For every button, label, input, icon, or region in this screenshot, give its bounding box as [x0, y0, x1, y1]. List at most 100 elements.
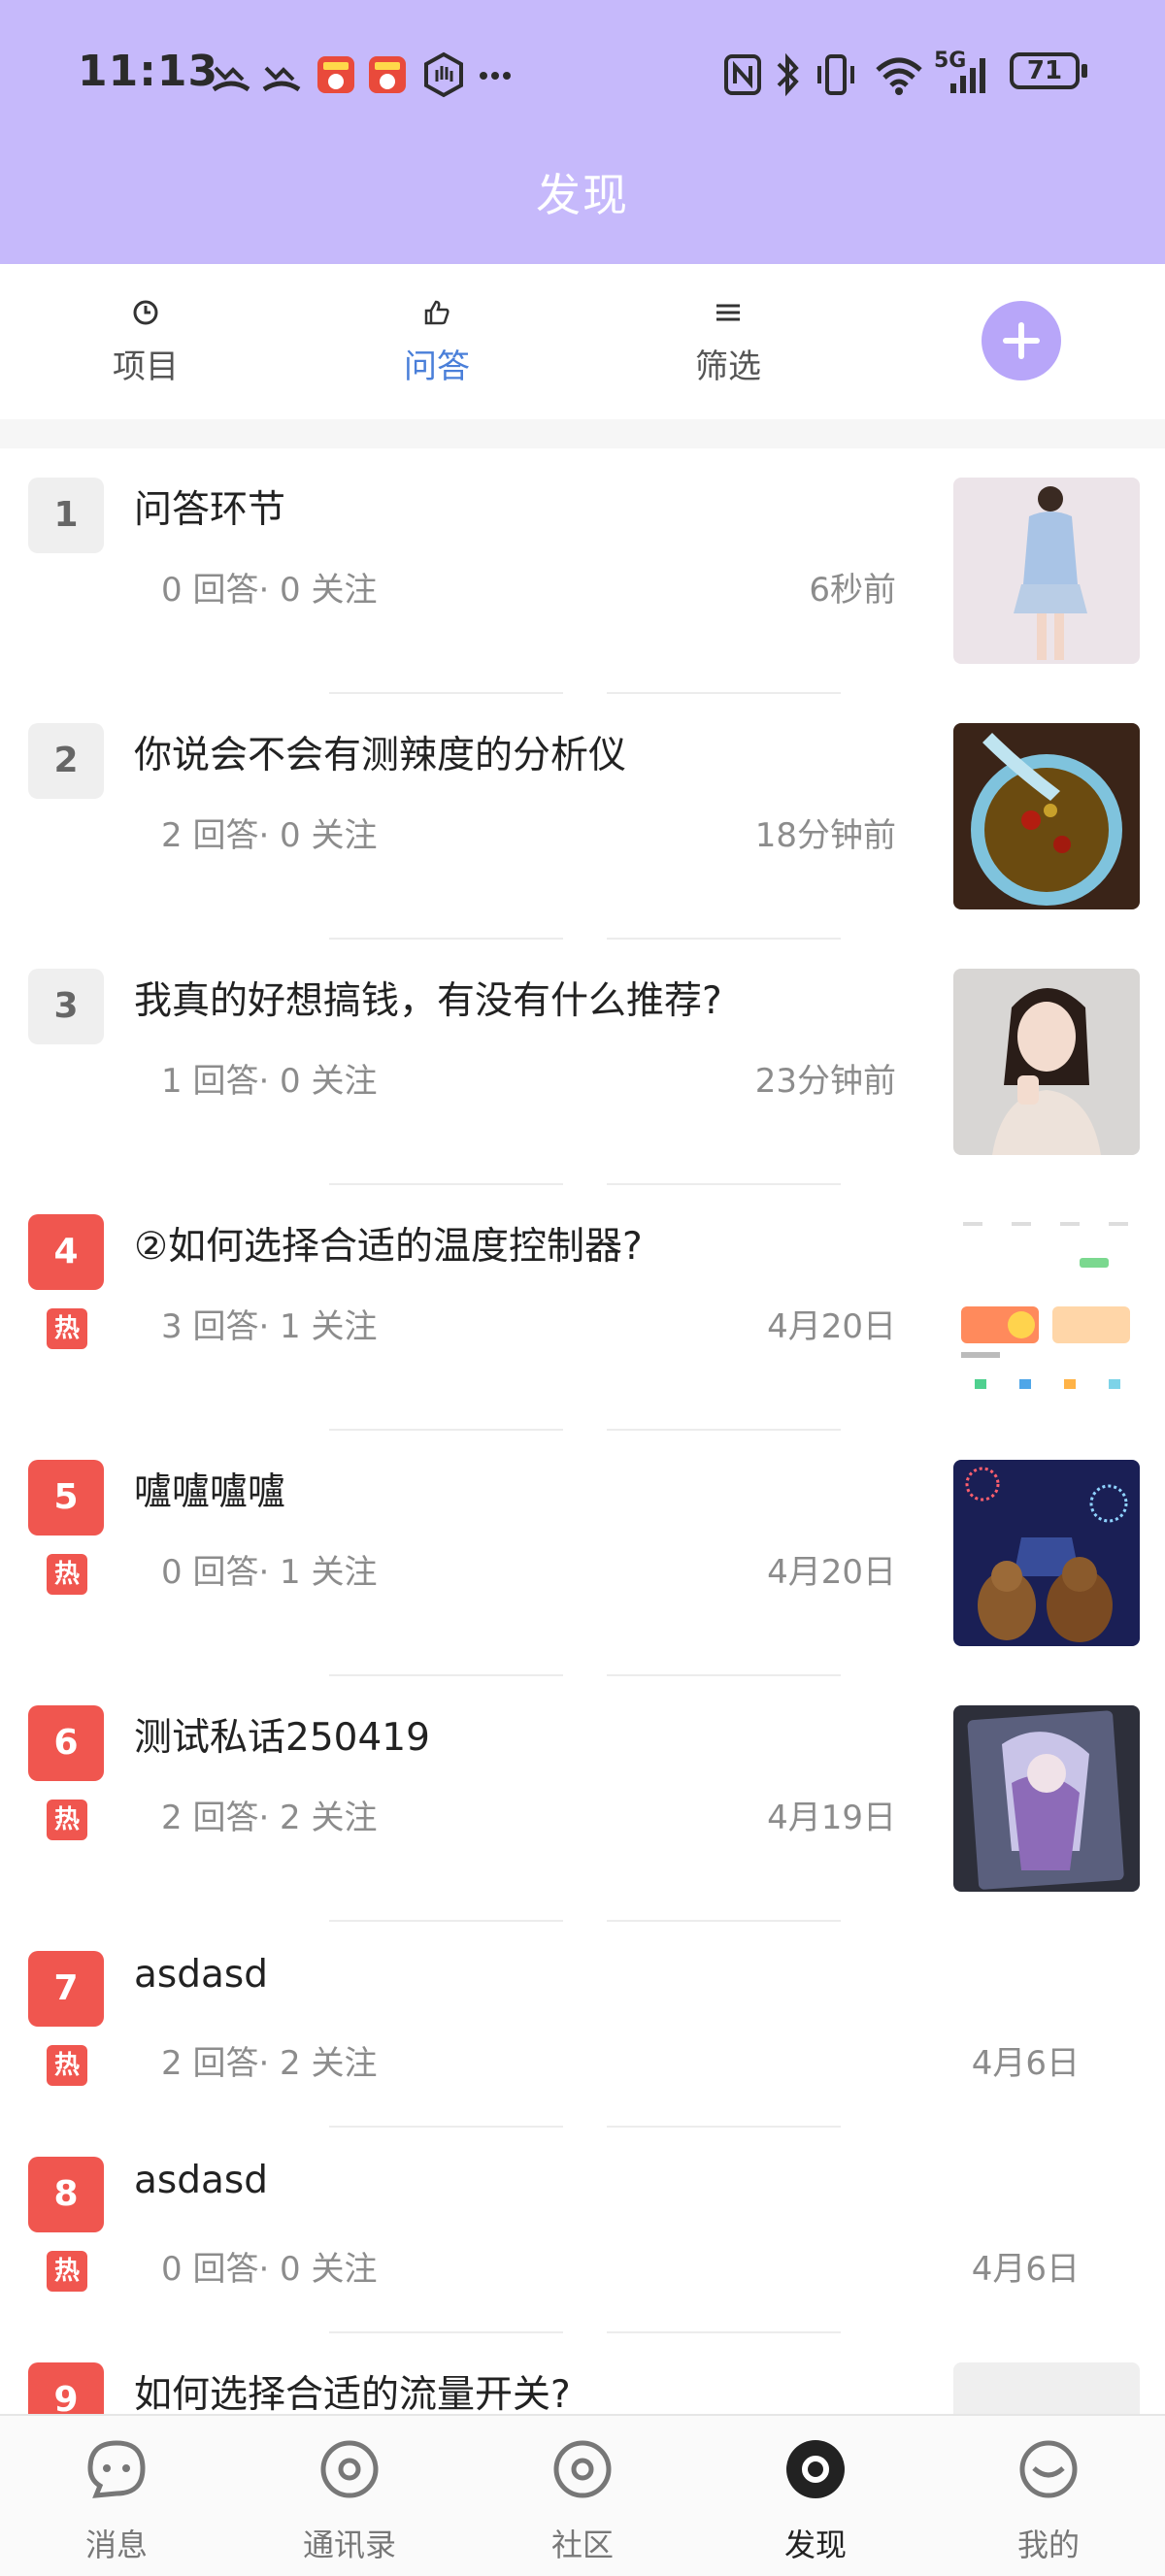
- rank-badge: 6: [28, 1705, 104, 1781]
- missed-call-icon: [262, 66, 301, 92]
- divider-band: [0, 419, 1165, 448]
- list-item[interactable]: 7 热 asdasd 2 回答· 2 关注 4月6日: [0, 1922, 1165, 2128]
- battery-icon: 71: [1010, 52, 1087, 89]
- status-time: 11:13: [78, 47, 219, 96]
- status-bar: 11:13 5G 71: [0, 39, 1165, 111]
- app-header: 11:13 5G 71 发现: [0, 0, 1165, 264]
- hot-badge: 热: [47, 1800, 87, 1840]
- rank-badge: 5: [28, 1460, 104, 1536]
- question-time: 4月20日: [767, 1553, 896, 1592]
- nav-discover-label: 发现: [783, 2526, 847, 2563]
- missed-call-icon: [212, 66, 250, 92]
- question-thumbnail[interactable]: [953, 2362, 1140, 2414]
- add-question-button[interactable]: [982, 301, 1061, 380]
- tab-projects[interactable]: 项目: [19, 264, 272, 419]
- tab-qa-label: 问答: [404, 347, 470, 386]
- hotpot-photo: [971, 733, 1122, 906]
- rank-badge: 1: [28, 478, 104, 553]
- question-title[interactable]: 测试私话250419: [134, 1707, 430, 1762]
- question-time: 4月6日: [971, 2044, 1080, 2083]
- tab-filter[interactable]: 筛选: [602, 264, 854, 419]
- question-thumbnail[interactable]: [953, 969, 1140, 1155]
- question-title[interactable]: 我真的好想搞钱，有没有什么推荐?: [134, 971, 722, 1025]
- question-time: 23分钟前: [754, 1062, 896, 1101]
- question-title[interactable]: ②如何选择合适的温度控制器?: [134, 1216, 643, 1271]
- tab-filter-label: 筛选: [695, 347, 761, 386]
- question-title[interactable]: asdasd: [134, 1953, 268, 1997]
- rank-badge: 4: [28, 1214, 104, 1290]
- thumb-up-icon: [424, 300, 449, 325]
- hot-badge: 热: [47, 1554, 87, 1595]
- question-time: 4月20日: [767, 1307, 896, 1346]
- question-time: 6秒前: [809, 571, 896, 610]
- tab-projects-label: 项目: [113, 347, 179, 386]
- signal-icon: [950, 58, 985, 93]
- hot-badge: 热: [47, 1308, 87, 1349]
- nav-contacts[interactable]: 通讯录: [233, 2416, 466, 2576]
- question-thumbnail[interactable]: [953, 1705, 1140, 1892]
- list-item[interactable]: 3 我真的好想搞钱，有没有什么推荐? 1 回答· 0 关注 23分钟前: [0, 940, 1165, 1185]
- question-title[interactable]: 如何选择合适的流量开关?: [134, 2364, 571, 2414]
- question-title[interactable]: 问答环节: [134, 479, 285, 534]
- rank-badge: 9: [28, 2362, 104, 2414]
- question-list: 1 问答环节 0 回答· 0 关注 6秒前 2 你说会不会有测辣度的分析仪 2 …: [0, 448, 1165, 2414]
- tab-qa[interactable]: 问答: [311, 264, 563, 419]
- question-title[interactable]: 嚧嚧嚧嚧: [134, 1462, 285, 1516]
- menu-lines-icon: [716, 304, 740, 321]
- question-thumbnail[interactable]: [953, 478, 1140, 664]
- hand-icon: [424, 51, 463, 98]
- question-time: 4月6日: [971, 2250, 1080, 2289]
- rank-badge: 2: [28, 723, 104, 799]
- list-item[interactable]: 2 你说会不会有测辣度的分析仪 2 回答· 0 关注 18分钟前: [0, 694, 1165, 940]
- community-ring-icon: [553, 2440, 612, 2498]
- cartoon-bears-fireworks: [965, 1467, 1128, 1642]
- nav-messages-label: 消息: [84, 2526, 148, 2563]
- question-thumbnail[interactable]: [953, 1214, 1140, 1401]
- woman-outfit-photo: [1014, 486, 1087, 660]
- nav-discover[interactable]: 发现: [699, 2416, 932, 2576]
- list-item[interactable]: 1 问答环节 0 回答· 0 关注 6秒前: [0, 448, 1165, 694]
- nav-community[interactable]: 社区: [466, 2416, 699, 2576]
- list-item[interactable]: 6 热 测试私话250419 2 回答· 2 关注 4月19日: [0, 1676, 1165, 1922]
- question-thumbnail[interactable]: [953, 723, 1140, 909]
- nav-messages[interactable]: 消息: [0, 2416, 233, 2576]
- question-title[interactable]: 你说会不会有测辣度的分析仪: [134, 725, 626, 779]
- question-stats: 2 回答· 0 关注: [161, 816, 378, 855]
- bottom-nav: 消息 通讯录 社区 发现 我的: [0, 2414, 1165, 2576]
- chat-bubble-icon: [87, 2440, 146, 2498]
- list-item[interactable]: 4 热 ②如何选择合适的温度控制器? 3 回答· 1 关注 4月20日: [0, 1185, 1165, 1431]
- more-dots-icon: [480, 72, 511, 80]
- bluetooth-icon: [777, 52, 799, 97]
- portrait-photo: [992, 988, 1101, 1155]
- discover-icon: [786, 2440, 845, 2498]
- question-stats: 0 回答· 0 关注: [161, 571, 378, 610]
- question-title[interactable]: asdasd: [134, 2159, 268, 2202]
- question-stats: 2 回答· 2 关注: [161, 1799, 378, 1837]
- list-item[interactable]: 8 热 asdasd 0 回答· 0 关注 4月6日: [0, 2128, 1165, 2333]
- rank-badge: 3: [28, 969, 104, 1044]
- nfc-icon: [724, 54, 761, 95]
- tab-bar: 项目 问答 筛选: [0, 264, 1165, 419]
- question-stats: 3 回答· 1 关注: [161, 1307, 378, 1346]
- list-item[interactable]: 5 热 嚧嚧嚧嚧 0 回答· 1 关注 4月20日: [0, 1431, 1165, 1676]
- list-item[interactable]: 9 如何选择合适的流量开关?: [0, 2333, 1165, 2414]
- vibrate-icon: [817, 54, 854, 95]
- question-stats: 0 回答· 0 关注: [161, 2250, 378, 2289]
- question-stats: 1 回答· 0 关注: [161, 1062, 378, 1101]
- hot-badge: 热: [47, 2251, 87, 2292]
- question-stats: 2 回答· 2 关注: [161, 2044, 378, 2083]
- hot-badge: 热: [47, 2045, 87, 2086]
- question-time: 4月19日: [767, 1799, 896, 1837]
- nav-profile[interactable]: 我的: [932, 2416, 1165, 2576]
- profile-face-icon: [1019, 2440, 1078, 2498]
- nav-profile-label: 我的: [1016, 2526, 1080, 2563]
- clock-icon: [133, 300, 158, 325]
- rank-badge: 8: [28, 2157, 104, 2232]
- anime-card: [967, 1710, 1124, 1890]
- nav-community-label: 社区: [550, 2526, 614, 2563]
- question-thumbnail[interactable]: [953, 1460, 1140, 1646]
- contacts-ring-icon: [320, 2440, 379, 2498]
- page-title: 发现: [536, 169, 629, 221]
- rank-badge: 7: [28, 1951, 104, 2027]
- app-notification-icon: [369, 56, 406, 93]
